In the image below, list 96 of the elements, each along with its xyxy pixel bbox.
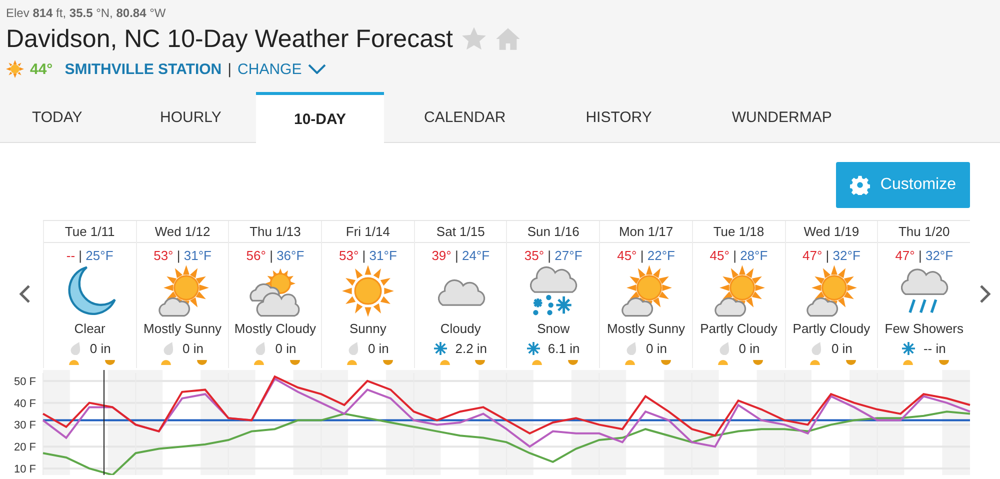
raindrop-icon — [68, 342, 82, 355]
sunset-icon — [568, 360, 578, 365]
sunset-icon — [753, 360, 764, 365]
tab[interactable]: WUNDERMAP — [692, 92, 872, 142]
day-date: Wed 1/19 — [786, 221, 878, 243]
current-temperature: 44° — [30, 60, 53, 78]
day-date: Thu 1/13 — [229, 221, 322, 243]
day-date: Thu 1/20 — [878, 221, 970, 243]
tab[interactable]: TODAY — [0, 92, 128, 142]
high-low-temperature: 47° | 32°F — [802, 248, 860, 263]
sunset-icon — [846, 360, 856, 365]
tab[interactable]: HOURLY — [128, 92, 256, 142]
high-low-temperature: 39° | 24°F — [432, 248, 490, 263]
condition-label: Partly Cloudy — [700, 321, 778, 336]
precipitation-amount: 0 in — [646, 341, 668, 356]
condition-label: Sunny — [350, 321, 386, 336]
high-low-temperature: 53° | 31°F — [154, 248, 212, 263]
sunset-icon — [197, 360, 208, 365]
tab[interactable]: HISTORY — [546, 92, 692, 142]
sunset-icon — [290, 360, 300, 365]
sunset-icon — [475, 360, 486, 365]
sunrise-icon — [254, 360, 264, 365]
sunrise-icon — [161, 360, 172, 365]
axis-label: 20 F — [14, 442, 36, 454]
sunrise-icon — [810, 360, 820, 365]
sunset-icon — [660, 360, 671, 365]
high-low-temperature: 35° | 27°F — [524, 248, 582, 263]
precipitation-amount: 0 in — [90, 341, 111, 356]
precipitation-amount: 0 in — [182, 341, 204, 356]
high-low-temperature: 47° | 32°F — [895, 248, 954, 263]
tab[interactable]: 10-DAY — [256, 92, 384, 143]
condition-label: Snow — [537, 321, 570, 336]
sun-icon — [340, 264, 395, 318]
station-link[interactable]: SMITHVILLE STATION — [64, 60, 222, 78]
condition-label: Mostly Cloudy — [234, 321, 316, 336]
day-date: Wed 1/12 — [136, 221, 228, 243]
axis-label: 40 F — [14, 398, 36, 410]
gear-icon — [850, 175, 870, 195]
precipitation-amount: -- in — [923, 341, 946, 356]
tab[interactable]: CALENDAR — [384, 92, 546, 142]
axis-label: 50 F — [14, 376, 36, 388]
sunrise-icon — [68, 360, 79, 365]
raindrop-icon — [625, 342, 638, 355]
sun-and-cloud-icon — [712, 264, 766, 318]
precipitation-amount: 0 in — [275, 341, 296, 356]
snowflake-icon — [526, 342, 540, 355]
day-date: Mon 1/17 — [600, 221, 692, 243]
sunrise-icon — [903, 360, 914, 365]
raindrop-icon — [810, 342, 824, 355]
condition-label: Partly Cloudy — [792, 321, 870, 336]
sunrise-icon — [624, 360, 635, 365]
precipitation-amount: 0 in — [368, 341, 389, 356]
raindrop-icon — [162, 342, 175, 355]
day-date: Sat 1/15 — [414, 221, 506, 243]
raindrop-icon — [346, 342, 360, 355]
high-low-temperature: -- | 25°F — [66, 248, 114, 263]
sunset-icon — [104, 360, 114, 365]
sunset-icon — [382, 360, 393, 365]
precipitation-amount: 2.2 in — [455, 341, 488, 356]
sunrise-icon — [440, 360, 450, 365]
sunset-icon — [938, 360, 949, 365]
sunrise-icon — [718, 360, 728, 365]
separator: | — [228, 60, 232, 78]
sun-and-cloud-icon — [804, 264, 858, 318]
raindrop-icon — [254, 342, 268, 355]
sun-icon — [6, 60, 24, 78]
day-date: Tue 1/18 — [692, 221, 785, 243]
condition-label: Mostly Sunny — [607, 321, 686, 336]
change-link[interactable]: CHANGE — [238, 60, 302, 78]
precipitation-amount: 0 in — [831, 341, 852, 356]
condition-label: Few Showers — [884, 321, 964, 336]
sunrise-icon — [346, 360, 357, 365]
axis-label: 10 F — [14, 463, 36, 475]
snowflake-icon — [434, 342, 448, 355]
precipitation-amount: 0 in — [738, 341, 760, 356]
sunrise-icon — [532, 360, 542, 365]
day-date: Fri 1/14 — [322, 221, 414, 243]
condition-label: Clear — [74, 321, 106, 336]
high-low-temperature: 56° | 36°F — [246, 248, 304, 263]
location-meta: Elev 814 ft, 35.5 °N, 80.84 °W — [5, 6, 167, 22]
high-low-temperature: 45° | 22°F — [617, 248, 675, 263]
condition-label: Mostly Sunny — [144, 321, 222, 336]
sun-and-cloud-icon — [619, 264, 674, 318]
snowflake-icon — [902, 342, 916, 355]
sun-and-cloud-icon — [156, 264, 210, 318]
chevron-down-icon[interactable] — [308, 64, 326, 74]
star-icon[interactable] — [460, 26, 487, 52]
axis-label: 30 F — [14, 420, 36, 432]
precipitation-amount: 6.1 in — [548, 341, 580, 356]
page-title: Davidson, NC 10-Day Weather Forecast — [6, 24, 453, 54]
condition-label: Cloudy — [440, 321, 481, 336]
raindrop-icon — [718, 342, 731, 355]
high-low-temperature: 53° | 31°F — [339, 248, 397, 263]
day-date: Sun 1/16 — [507, 221, 600, 243]
day-date: Tue 1/11 — [44, 221, 136, 243]
high-low-temperature: 45° | 28°F — [710, 248, 768, 263]
